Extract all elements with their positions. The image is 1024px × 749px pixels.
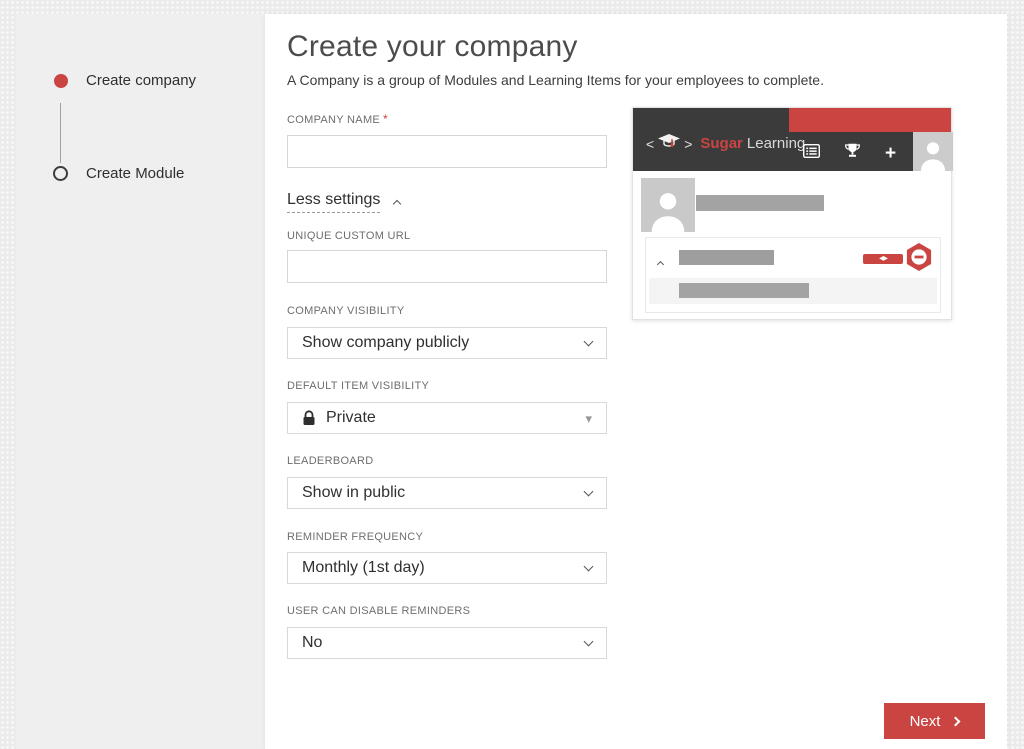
leaderboard-select[interactable]: Show in public xyxy=(287,477,607,509)
step-connector-line xyxy=(60,103,61,163)
preview-red-banner xyxy=(789,108,951,132)
brand-primary: Sugar xyxy=(700,135,743,152)
chevron-down-icon xyxy=(583,486,594,496)
profile-avatar-placeholder xyxy=(641,178,695,232)
sugarlearning-logo: < > Sugar Learning xyxy=(646,134,805,153)
default-item-visibility-select[interactable]: Private ▾ xyxy=(287,402,607,434)
header-avatar xyxy=(913,132,953,171)
brand-secondary: Learning xyxy=(746,135,806,152)
company-name-label: COMPANY NAME * xyxy=(287,112,389,126)
chevron-up-icon xyxy=(393,199,402,209)
company-visibility-value: Show company publicly xyxy=(302,334,470,351)
trophy-icon xyxy=(844,143,861,163)
profile-name-placeholder-bar xyxy=(696,195,824,211)
module-title-placeholder-bar xyxy=(679,250,774,265)
chevron-down-icon xyxy=(583,636,594,646)
reminder-frequency-label: REMINDER FREQUENCY xyxy=(287,531,424,543)
company-visibility-label: COMPANY VISIBILITY xyxy=(287,305,405,317)
user-can-disable-reminders-select[interactable]: No xyxy=(287,627,607,659)
leaderboard-label: LEADERBOARD xyxy=(287,455,374,467)
preview-header-bar: < > Sugar Learning + xyxy=(633,108,953,171)
custom-url-label: UNIQUE CUSTOM URL xyxy=(287,230,411,242)
graduation-cap-icon xyxy=(658,134,681,153)
step-label: Create Module xyxy=(86,165,185,182)
plus-icon: + xyxy=(885,142,897,164)
preview-header-icons: + xyxy=(802,142,897,164)
next-button[interactable]: Next xyxy=(884,703,985,739)
page-title: Create your company xyxy=(287,30,578,63)
less-settings-label: Less settings xyxy=(287,191,381,213)
leaderboard-value: Show in public xyxy=(302,484,406,501)
required-asterisk: * xyxy=(383,112,389,126)
chevron-right-icon xyxy=(950,716,961,726)
preview-module-list xyxy=(645,237,941,313)
user-can-disable-reminders-value: No xyxy=(302,634,323,651)
step-create-module[interactable]: Create Module xyxy=(53,165,184,182)
custom-url-input[interactable] xyxy=(287,250,607,283)
active-step-dot-icon xyxy=(54,73,68,88)
company-visibility-select[interactable]: Show company publicly xyxy=(287,327,607,359)
triangle-down-icon: ▾ xyxy=(585,410,592,426)
reminder-frequency-value: Monthly (1st day) xyxy=(302,559,425,576)
restricted-hexagon-icon xyxy=(904,242,934,277)
main-panel: Create your company A Company is a group… xyxy=(265,14,1007,749)
module-badge xyxy=(863,254,903,264)
logo-left-angle: < xyxy=(646,135,655,152)
user-can-disable-reminders-label: USER CAN DISABLE REMINDERS xyxy=(287,605,471,617)
less-settings-toggle[interactable]: Less settings xyxy=(287,191,402,213)
chevron-down-icon xyxy=(583,336,594,346)
next-button-label: Next xyxy=(909,712,941,730)
inactive-step-dot-icon xyxy=(53,166,68,181)
reminder-frequency-select[interactable]: Monthly (1st day) xyxy=(287,552,607,584)
default-item-visibility-label: DEFAULT ITEM VISIBILITY xyxy=(287,380,430,392)
company-name-input[interactable] xyxy=(287,135,607,168)
learning-item-placeholder-bar xyxy=(679,283,809,298)
step-label: Create company xyxy=(86,72,197,89)
chevron-down-icon xyxy=(583,561,594,571)
page-subtitle: A Company is a group of Modules and Lear… xyxy=(287,72,824,88)
collapse-caret-icon xyxy=(656,254,665,272)
wizard-sidebar: Create company Create Module xyxy=(16,14,265,749)
company-preview-card: < > Sugar Learning + xyxy=(632,107,953,320)
list-icon xyxy=(802,143,821,163)
step-create-company[interactable]: Create company xyxy=(54,72,196,89)
lock-icon xyxy=(302,410,316,426)
learning-item-row xyxy=(649,278,937,304)
default-item-visibility-value: Private xyxy=(326,409,376,426)
logo-right-angle: > xyxy=(684,135,693,152)
